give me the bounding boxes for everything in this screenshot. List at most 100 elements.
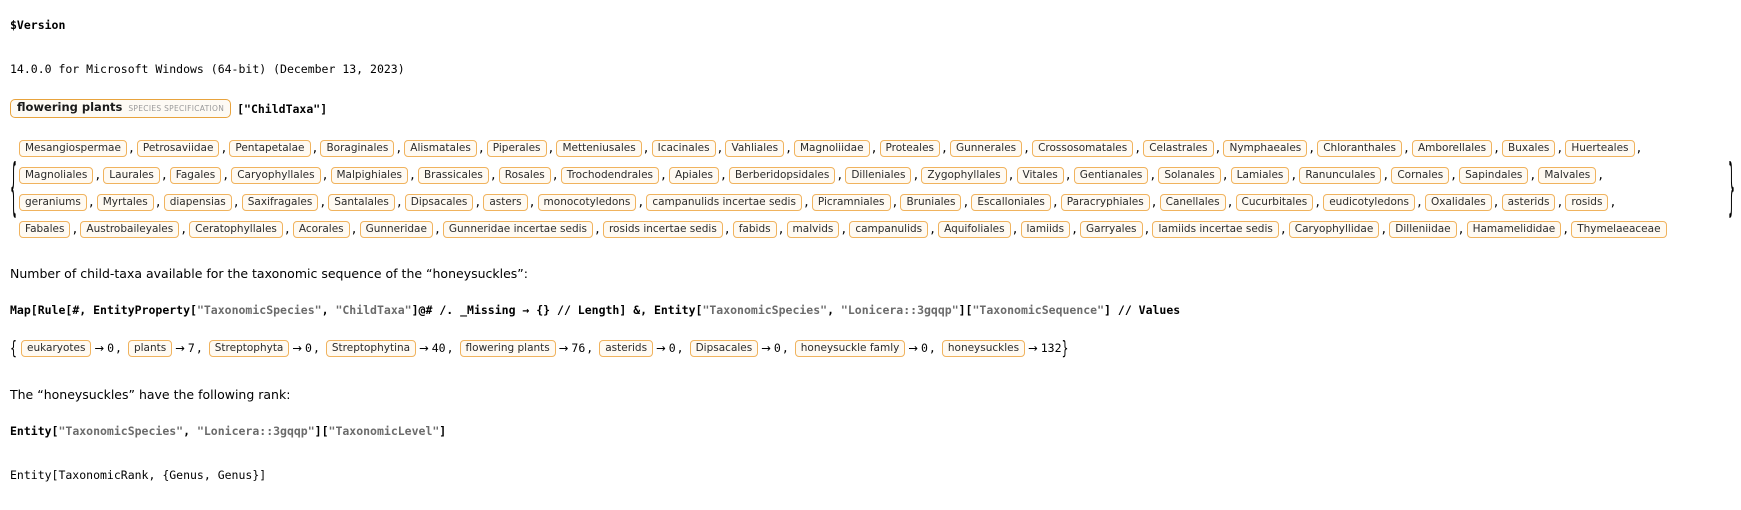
cell-version-input[interactable]: $Version: [10, 14, 1735, 33]
child-taxa-chip[interactable]: Icacinales: [651, 140, 716, 157]
child-taxa-chip[interactable]: Malvales: [1538, 167, 1597, 184]
child-taxa-chip[interactable]: Piperales: [486, 140, 547, 157]
child-taxa-chip[interactable]: Austrobaileyales: [80, 221, 180, 238]
child-taxa-chip[interactable]: rosids incertae sedis: [602, 221, 723, 238]
child-taxa-chip[interactable]: Petrosaviidae: [136, 140, 220, 157]
child-taxa-chip[interactable]: Vahliales: [725, 140, 785, 157]
child-taxa-chip[interactable]: Gunnerales: [949, 140, 1023, 157]
child-taxa-chip[interactable]: Sapindales: [1459, 167, 1529, 184]
cell-code-1[interactable]: Map[Rule[#, EntityProperty["TaxonomicSpe…: [10, 299, 1735, 318]
child-taxa-chip[interactable]: Acorales: [292, 221, 350, 238]
list-close-brace: }: [1728, 151, 1735, 225]
child-taxa-chip[interactable]: Caryophyllales: [231, 167, 321, 184]
child-taxa-chip[interactable]: Celastrales: [1143, 140, 1214, 157]
rule-entity-chip[interactable]: honeysuckle famly: [794, 340, 906, 357]
child-taxa-chip[interactable]: Vitales: [1016, 167, 1064, 184]
child-taxa-chip[interactable]: Fagales: [169, 167, 222, 184]
child-taxa-chip[interactable]: Buxales: [1502, 140, 1556, 157]
child-taxa-chip[interactable]: Ranunculales: [1299, 167, 1382, 184]
child-taxa-chip[interactable]: Brassicales: [417, 167, 489, 184]
child-taxa-chip[interactable]: Myrtales: [96, 194, 154, 211]
child-taxa-chip[interactable]: Paracryphiales: [1060, 194, 1150, 211]
rule-entity-chip[interactable]: Streptophytina: [325, 340, 417, 357]
child-taxa-chip[interactable]: Gentianales: [1073, 167, 1149, 184]
child-taxa-chip[interactable]: monocotyledons: [537, 194, 637, 211]
rule-entity-chip[interactable]: Streptophyta: [208, 340, 290, 357]
child-taxa-chip[interactable]: Dilleniales: [845, 167, 912, 184]
cell-code-2[interactable]: Entity["TaxonomicSpecies", "Lonicera::3g…: [10, 420, 1735, 439]
child-taxa-chip[interactable]: Gunneridae incertae sedis: [442, 221, 594, 238]
rule-entity-chip[interactable]: asterids: [599, 340, 654, 357]
child-taxa-chip[interactable]: Trochodendrales: [560, 167, 659, 184]
rule-entity-chip[interactable]: flowering plants: [459, 340, 556, 357]
child-taxa-chip[interactable]: eudicotyledons: [1323, 194, 1416, 211]
list-separator: ,: [180, 222, 188, 236]
list-separator: ,: [1562, 222, 1570, 236]
list-separator: ,: [912, 168, 920, 182]
rules-separator: ,: [781, 341, 789, 355]
child-taxa-chip[interactable]: geraniums: [19, 194, 87, 211]
child-taxa-chip[interactable]: Magnoliales: [19, 167, 94, 184]
child-taxa-chip[interactable]: campanulids incertae sedis: [646, 194, 802, 211]
child-taxa-chip[interactable]: fabids: [732, 221, 777, 238]
child-taxa-chip[interactable]: Huerteales: [1565, 140, 1635, 157]
child-taxa-chip[interactable]: Santalales: [328, 194, 395, 211]
child-taxa-chip[interactable]: Apiales: [668, 167, 719, 184]
child-taxa-chip[interactable]: Chloranthales: [1317, 140, 1402, 157]
rule-arrow: →: [1028, 341, 1038, 355]
child-taxa-chip[interactable]: Caryophyllidae: [1288, 221, 1380, 238]
child-taxa-chip[interactable]: Alismatales: [404, 140, 477, 157]
rules-separator: ,: [928, 341, 936, 355]
child-taxa-chip[interactable]: Nymphaeales: [1223, 140, 1308, 157]
child-taxa-chip[interactable]: Malpighiales: [330, 167, 409, 184]
child-taxa-chip[interactable]: Picramniales: [811, 194, 891, 211]
child-taxa-chip[interactable]: Rosales: [498, 167, 551, 184]
child-taxa-chip[interactable]: diapensias: [163, 194, 232, 211]
child-taxa-chip[interactable]: rosids: [1565, 194, 1609, 211]
child-taxa-chip[interactable]: Boraginales: [320, 140, 395, 157]
child-taxa-chip[interactable]: Crossosomatales: [1032, 140, 1134, 157]
child-taxa-chip[interactable]: asters: [483, 194, 528, 211]
child-taxa-chip[interactable]: Berberidopsidales: [728, 167, 836, 184]
child-taxa-chip[interactable]: malvids: [786, 221, 840, 238]
child-taxa-chip[interactable]: campanulids: [849, 221, 929, 238]
child-taxa-chip[interactable]: lamiids incertae sedis: [1152, 221, 1279, 238]
child-taxa-chip[interactable]: Cornales: [1391, 167, 1450, 184]
child-taxa-chip[interactable]: lamiids: [1020, 221, 1071, 238]
child-taxa-chip[interactable]: Hamamelididae: [1466, 221, 1562, 238]
child-taxa-chip[interactable]: Amborellales: [1411, 140, 1493, 157]
child-taxa-chip[interactable]: Fabales: [19, 221, 71, 238]
child-taxa-chip[interactable]: Solanales: [1158, 167, 1221, 184]
cell-entity-property-input[interactable]: flowering plants SPECIES SPECIFICATION […: [10, 99, 1735, 118]
child-taxa-chip[interactable]: Dipsacales: [404, 194, 474, 211]
list-separator: ,: [891, 195, 899, 209]
entity-tag-flowering-plants[interactable]: flowering plants SPECIES SPECIFICATION: [10, 99, 232, 118]
child-taxa-chip[interactable]: Laurales: [103, 167, 160, 184]
rule-entity-chip[interactable]: eukaryotes: [21, 340, 92, 357]
child-taxa-chip[interactable]: Magnoliidae: [794, 140, 870, 157]
child-taxa-chip[interactable]: Cucurbitales: [1235, 194, 1314, 211]
child-taxa-chip[interactable]: Zygophyllales: [921, 167, 1007, 184]
rule-entity-chip[interactable]: plants: [127, 340, 173, 357]
child-taxa-chip[interactable]: Aquifoliales: [938, 221, 1011, 238]
child-taxa-chip[interactable]: Pentapetalae: [229, 140, 311, 157]
list-separator: ,: [160, 168, 168, 182]
child-taxa-chip[interactable]: Garryales: [1080, 221, 1143, 238]
rules-separator: ,: [115, 341, 122, 355]
child-taxa-chip[interactable]: Metteniusales: [556, 140, 642, 157]
child-taxa-chip[interactable]: Saxifragales: [241, 194, 319, 211]
child-taxa-chip[interactable]: Bruniales: [900, 194, 962, 211]
child-taxa-chip[interactable]: Lamiales: [1230, 167, 1290, 184]
child-taxa-chip[interactable]: Thymelaeaceae: [1571, 221, 1667, 238]
child-taxa-chip[interactable]: Dilleniidae: [1389, 221, 1457, 238]
child-taxa-chip[interactable]: Escalloniales: [971, 194, 1051, 211]
rule-entity-chip[interactable]: Dipsacales: [689, 340, 759, 357]
child-taxa-chip[interactable]: Gunneridae: [359, 221, 433, 238]
child-taxa-chip[interactable]: Oxalidales: [1424, 194, 1492, 211]
rule-entity-chip[interactable]: honeysuckles: [941, 340, 1026, 357]
child-taxa-chip[interactable]: Ceratophyllales: [189, 221, 283, 238]
child-taxa-chip[interactable]: Canellales: [1159, 194, 1226, 211]
child-taxa-chip[interactable]: Mesangiospermae: [19, 140, 127, 157]
child-taxa-chip[interactable]: asterids: [1501, 194, 1556, 211]
child-taxa-chip[interactable]: Proteales: [879, 140, 941, 157]
